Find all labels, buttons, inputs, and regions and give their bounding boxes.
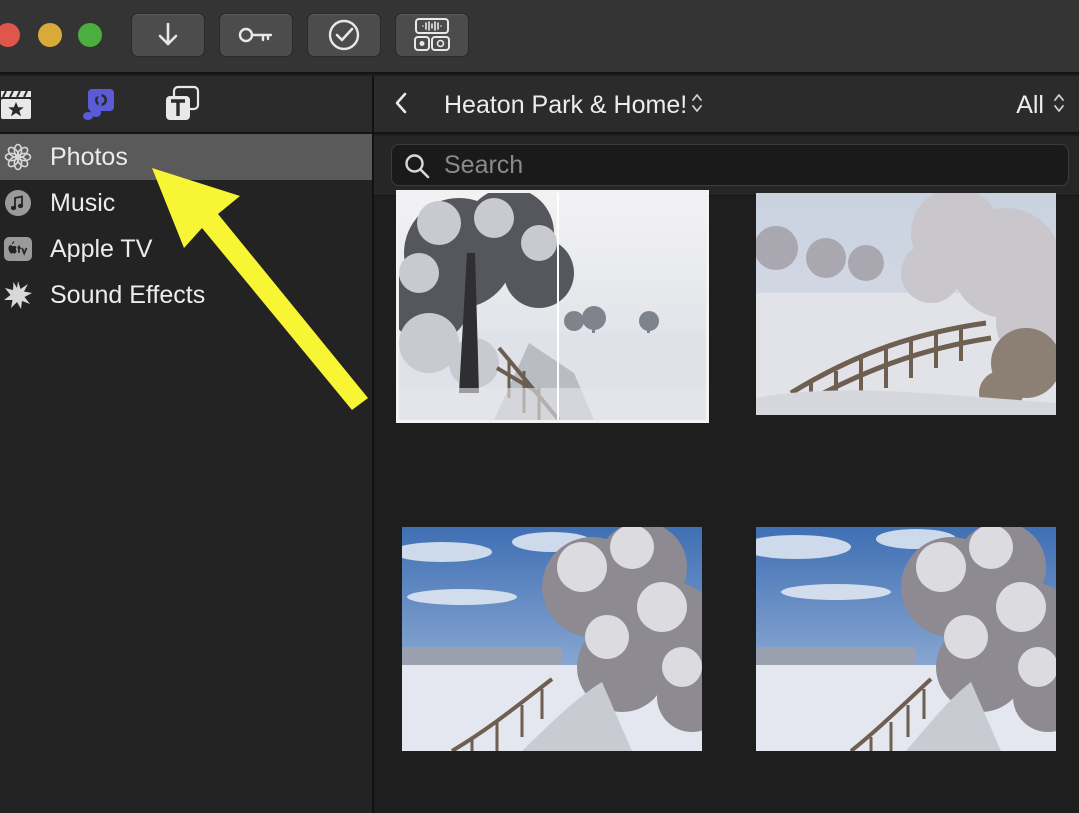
sidebar-item-photos[interactable]: Photos <box>0 134 372 180</box>
music-note-icon <box>3 188 33 218</box>
key-icon <box>238 25 274 45</box>
search-input[interactable] <box>444 149 1044 181</box>
snowy-hedge-blue-sky-photo-2 <box>756 527 1056 751</box>
search-field[interactable] <box>391 144 1069 186</box>
snowy-fence-field-photo <box>756 193 1056 415</box>
back-button[interactable] <box>388 90 414 120</box>
photo-thumbnail-2[interactable] <box>756 193 1056 415</box>
sidebar-item-label: Photos <box>50 142 128 171</box>
close-window-button[interactable] <box>0 23 20 47</box>
clapperboard-star-icon <box>0 87 34 126</box>
sidebar: Photos Music Apple TV Sound Effects <box>0 76 372 813</box>
keyword-button[interactable] <box>219 13 293 57</box>
photo-thumbnail-1[interactable] <box>396 190 709 423</box>
apple-tv-icon <box>3 234 33 264</box>
burst-icon <box>3 280 33 310</box>
chevron-left-icon <box>394 92 408 119</box>
sidebar-item-label: Music <box>50 188 116 217</box>
photo-thumbnail-4[interactable] <box>756 527 1056 751</box>
check-button[interactable] <box>307 13 381 57</box>
browser-header: Heaton Park & Home! All <box>374 76 1079 134</box>
zoom-window-button[interactable] <box>78 23 102 47</box>
search-bar <box>374 136 1079 196</box>
flower-icon <box>3 142 33 172</box>
filter-selector[interactable]: All <box>1016 91 1065 121</box>
titles-tab[interactable] <box>162 85 202 128</box>
sidebar-item-apple-tv[interactable]: Apple TV <box>0 226 372 272</box>
sidebar-item-label: Sound Effects <box>50 280 206 309</box>
sidebar-tab-bar <box>0 76 372 134</box>
sidebar-item-music[interactable]: Music <box>0 180 372 226</box>
photos-music-tab[interactable] <box>78 86 118 126</box>
audio-video-button[interactable] <box>395 13 469 57</box>
titles-icon <box>162 85 202 128</box>
filter-label: All <box>1016 91 1044 119</box>
audio-video-icon <box>412 17 452 53</box>
download-arrow-icon <box>156 22 180 48</box>
sidebar-list: Photos Music Apple TV Sound Effects <box>0 134 372 318</box>
album-title: Heaton Park & Home! <box>444 91 688 119</box>
checkmark-circle-icon <box>327 18 361 52</box>
sidebar-item-label: Apple TV <box>50 234 153 263</box>
snowy-hedge-blue-sky-photo <box>402 527 702 751</box>
album-selector[interactable]: Heaton Park & Home! <box>444 91 703 121</box>
search-icon <box>404 153 430 184</box>
projects-tab[interactable] <box>0 86 36 126</box>
sidebar-item-sound-effects[interactable]: Sound Effects <box>0 272 372 318</box>
minimize-window-button[interactable] <box>38 23 62 47</box>
photo-music-icon <box>78 85 118 128</box>
updown-chevron-icon <box>1053 92 1065 121</box>
snowy-tree-path-photo <box>399 193 706 420</box>
updown-chevron-icon <box>691 92 703 121</box>
photo-thumbnail-3[interactable] <box>402 527 702 751</box>
window-toolbar <box>0 0 1079 74</box>
import-button[interactable] <box>131 13 205 57</box>
